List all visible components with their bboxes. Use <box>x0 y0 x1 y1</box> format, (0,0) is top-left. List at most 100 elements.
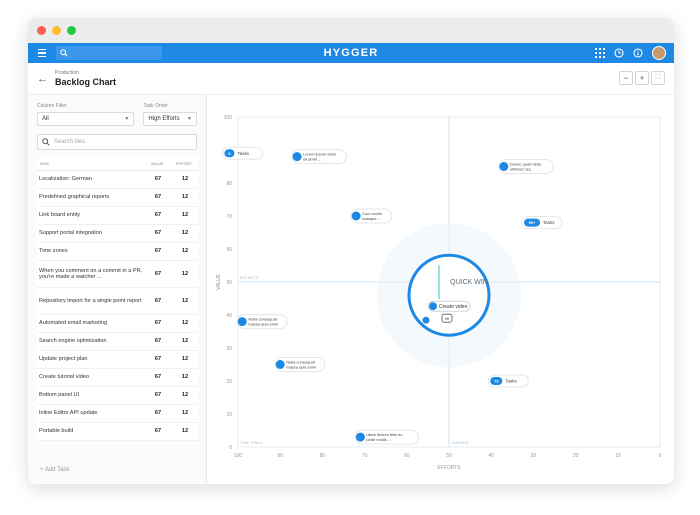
cell-value: 67 <box>144 332 170 351</box>
table-row[interactable]: Automated email marketing 67 12 <box>37 314 198 333</box>
quadrant-label-time-sinks: TIME SINKS <box>240 440 263 445</box>
chevron-down-icon: ▼ <box>187 116 192 122</box>
breadcrumb[interactable]: Production <box>55 70 116 76</box>
cell-task: Update project plan <box>37 350 144 369</box>
table-row[interactable]: When you comment on a commit in a PR, yo… <box>37 260 198 288</box>
quadrant-label-big-bets: BIG BETS <box>240 275 259 280</box>
page-title: Backlog Chart <box>55 77 117 87</box>
global-search-input[interactable] <box>56 46 162 60</box>
cell-value: 67 <box>144 404 170 423</box>
data-point[interactable] <box>355 432 365 442</box>
clock-icon[interactable] <box>614 48 624 58</box>
table-row[interactable]: Link board entity 67 12 <box>37 206 198 225</box>
close-window-button[interactable] <box>37 26 46 35</box>
fullscreen-icon[interactable]: ⛶ <box>651 71 665 85</box>
table-row[interactable]: Create tutorial video 67 12 <box>37 368 198 387</box>
cell-task: Bottom panel UI <box>37 386 144 405</box>
y-tick-label: 30 <box>226 346 232 352</box>
column-header-effort[interactable]: EFFORT <box>170 158 198 171</box>
maximize-window-button[interactable] <box>67 26 76 35</box>
data-point[interactable] <box>275 360 285 369</box>
zoom-out-button[interactable]: − <box>619 71 633 85</box>
x-tick-label: 90 <box>277 453 283 459</box>
point-label-line: natoque ... <box>362 216 381 221</box>
table-row[interactable]: Predefined graphical reports 67 12 <box>37 188 198 207</box>
y-tick-label: 70 <box>226 214 232 220</box>
data-point[interactable] <box>499 162 509 171</box>
data-point[interactable] <box>292 152 302 162</box>
chart-canvas: 0102030405060708090100100908070605040302… <box>216 115 662 471</box>
column-header-task[interactable]: TASK <box>37 158 144 171</box>
cell-value: 67 <box>144 350 170 369</box>
cell-value: 67 <box>144 368 170 387</box>
info-icon[interactable] <box>633 48 643 58</box>
x-tick-label: 40 <box>488 453 494 459</box>
task-table: TASK VALUE EFFORT Localization: German 67… <box>37 158 198 441</box>
cell-value: 67 <box>144 260 170 288</box>
search-placeholder: Search tiles <box>54 139 86 145</box>
apps-grid-icon[interactable] <box>595 48 605 58</box>
column-filter-label: Column Filter <box>37 103 67 109</box>
table-row[interactable]: Search engine optimization 67 12 <box>37 332 198 351</box>
y-tick-label: 100 <box>224 115 233 121</box>
table-row[interactable]: Localization: German 67 12 <box>37 170 198 189</box>
x-tick-label: 20 <box>573 453 579 459</box>
table-row[interactable]: Support portal integration 67 12 <box>37 224 198 243</box>
minimize-window-button[interactable] <box>52 26 61 35</box>
task-cluster-label: Tasks <box>505 379 517 384</box>
column-filter-value: All <box>42 116 49 122</box>
add-task-button[interactable]: + Add Task <box>40 467 69 473</box>
cell-task: Automated email marketing <box>37 314 144 333</box>
y-tick-label: 0 <box>229 445 232 451</box>
data-point[interactable] <box>237 317 247 327</box>
task-order-select[interactable]: High Efforts ▼ <box>143 112 197 126</box>
table-row[interactable]: Repository import for a single point rep… <box>37 287 198 315</box>
cell-effort: 12 <box>170 404 198 423</box>
table-row[interactable]: Portable build 67 12 <box>37 422 198 441</box>
task-order-label: Task Order <box>143 103 168 109</box>
cell-task: Link board entity <box>37 206 144 225</box>
cell-effort: 12 <box>170 422 198 441</box>
cell-value: 67 <box>144 287 170 315</box>
cell-effort: 12 <box>170 188 198 207</box>
point-label-line: massa quis enim <box>248 322 279 327</box>
table-row[interactable]: Time zones 67 12 <box>37 242 198 261</box>
cell-effort: 12 <box>170 170 198 189</box>
user-avatar[interactable] <box>652 46 666 60</box>
y-tick-label: 60 <box>226 247 232 253</box>
cell-effort: 12 <box>170 332 198 351</box>
y-tick-label: 10 <box>226 412 232 418</box>
app-window: HYGGER ← Production Backlog Chart − + ⛶ … <box>28 18 674 484</box>
quick-win-lens[interactable] <box>407 253 491 337</box>
x-tick-label: 100 <box>234 453 243 459</box>
x-tick-label: 10 <box>615 453 621 459</box>
task-search-input[interactable]: Search tiles <box>37 134 197 150</box>
cell-effort: 12 <box>170 287 198 315</box>
highlight-point[interactable] <box>429 302 437 311</box>
task-cluster-count: 73 <box>494 379 499 384</box>
zoom-in-button[interactable]: + <box>635 71 649 85</box>
cell-task: When you comment on a commit in a PR, yo… <box>37 260 144 288</box>
table-row[interactable]: Update project plan 67 12 <box>37 350 198 369</box>
cell-value: 67 <box>144 242 170 261</box>
cell-value: 67 <box>144 170 170 189</box>
back-arrow-icon[interactable]: ← <box>37 73 48 85</box>
cell-effort: 12 <box>170 242 198 261</box>
y-tick-label: 20 <box>226 379 232 385</box>
column-header-value[interactable]: VALUE <box>144 158 170 171</box>
x-tick-label: 60 <box>404 453 410 459</box>
hidden-point[interactable] <box>422 316 430 324</box>
highlight-label: Create video <box>439 304 468 310</box>
hamburger-menu-icon[interactable] <box>32 48 52 58</box>
cell-effort: 12 <box>170 350 198 369</box>
table-row[interactable]: Bottom panel UI 67 12 <box>37 386 198 405</box>
column-filter-select[interactable]: All ▼ <box>37 112 135 126</box>
table-row[interactable]: Inline Editor API update 67 12 <box>37 404 198 423</box>
task-cluster-label: Tasks <box>543 220 555 225</box>
y-tick-label: 80 <box>226 181 232 187</box>
x-tick-label: 70 <box>362 453 368 459</box>
cell-task: Support portal integration <box>37 224 144 243</box>
data-point[interactable] <box>351 211 361 221</box>
point-label-line: ultricies nec. <box>510 167 532 172</box>
point-label-line: pede mollis ... <box>366 437 391 442</box>
